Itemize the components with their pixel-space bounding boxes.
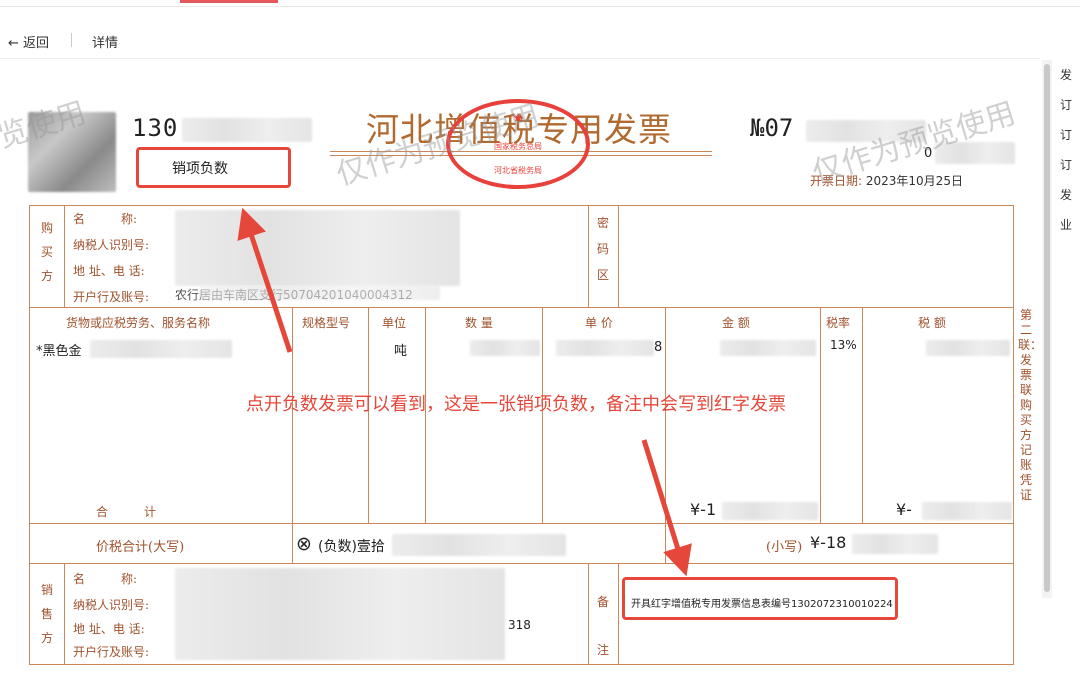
arrow-to-box: [237, 207, 293, 353]
arrow-to-remark: [641, 439, 692, 577]
annotation-arrows: [237, 207, 692, 577]
